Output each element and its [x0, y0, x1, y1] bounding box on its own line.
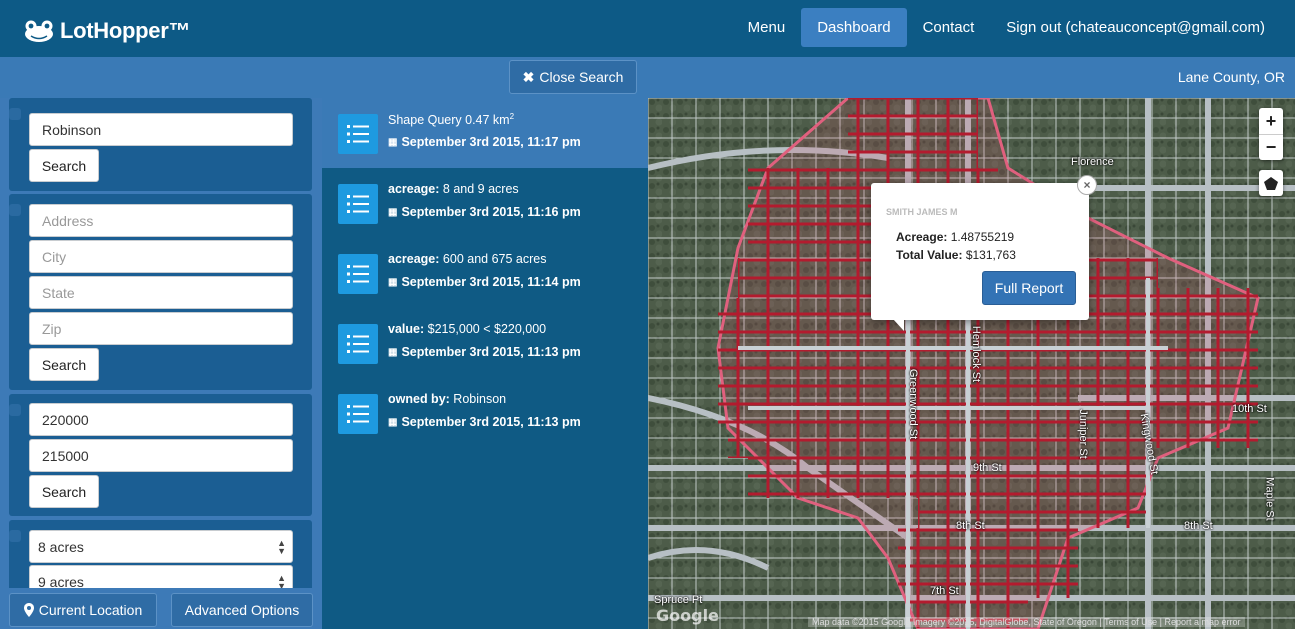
search-history-panel: Shape Query 0.47 km2 ▦ September 3rd 201… — [322, 98, 670, 629]
brand-name: LotHopper™ — [60, 18, 191, 43]
history-date: ▦ September 3rd 2015, 11:14 pm — [388, 275, 581, 289]
map-view[interactable]: Florence Hemlock St Greenwood St Juniper… — [648, 98, 1295, 629]
map-label-juniper: Juniper St — [1076, 409, 1089, 459]
value-search-button[interactable]: Search — [29, 475, 99, 508]
close-search-button[interactable]: ✖ Close Search — [509, 60, 637, 94]
map-label-greenwood: Greenwood St — [907, 368, 920, 440]
history-title: acreage: 8 and 9 acres — [388, 182, 519, 196]
history-item[interactable]: value: $215,000 < $220,000 ▦ September 3… — [322, 308, 648, 378]
map-label-7th: 7th St — [930, 585, 959, 597]
parcel-popup: × SMITH JAMES M Acreage: 1.48755219 Tota… — [871, 175, 1097, 331]
close-icon: ✖ — [522, 68, 535, 85]
map-label-spruce: Spruce Pt — [654, 594, 703, 606]
address-field[interactable]: Address — [29, 204, 293, 237]
top-navbar: LotHopper™ Menu Dashboard Contact Sign o… — [0, 0, 1295, 57]
acreage-from-value: 8 acres — [38, 539, 84, 555]
map-marker-icon — [23, 603, 34, 617]
close-search-label: Close Search — [539, 69, 624, 85]
history-item[interactable]: owned by: Robinson ▦ September 3rd 2015,… — [322, 378, 648, 448]
select-arrows-icon: ▲ ▼ — [277, 538, 286, 556]
advanced-options-button[interactable]: Advanced Options — [171, 593, 313, 627]
calendar-icon: ▦ — [388, 206, 398, 218]
zip-field[interactable]: Zip — [29, 312, 293, 345]
acreage-from-select[interactable]: 8 acres ▲ ▼ — [29, 530, 293, 563]
map-label-8th-a: 8th St — [956, 520, 985, 532]
popup-owner: SMITH JAMES M — [886, 207, 958, 217]
popup-acreage: Acreage: 1.48755219 — [896, 230, 1015, 244]
polygon-icon — [1264, 176, 1278, 190]
block-handle[interactable] — [9, 404, 21, 416]
frog-logo-icon — [25, 20, 53, 42]
calendar-icon: ▦ — [388, 346, 398, 358]
history-date: ▦ September 3rd 2015, 11:13 pm — [388, 345, 581, 359]
list-icon — [338, 254, 378, 294]
brand[interactable]: LotHopper™ — [22, 18, 191, 44]
history-title: owned by: Robinson — [388, 392, 507, 406]
address-search-block: Address City State Zip Search — [9, 194, 312, 390]
block-handle[interactable] — [9, 204, 21, 216]
address-search-button[interactable]: Search — [29, 348, 99, 381]
value-min-field[interactable]: 215000 — [29, 439, 293, 472]
nav-links: Menu Dashboard Contact Sign out (chateau… — [732, 8, 1281, 47]
history-item[interactable]: Shape Query 0.47 km2 ▦ September 3rd 201… — [322, 98, 670, 168]
city-field[interactable]: City — [29, 240, 293, 273]
map-attribution[interactable]: Map data ©2015 Google Imagery ©2015, Dig… — [808, 617, 1245, 627]
map-label-florence: Florence — [1071, 156, 1114, 168]
value-search-block: 220000 215000 Search — [9, 394, 312, 516]
popup-tip — [893, 319, 904, 331]
sub-toolbar: ✖ Close Search Lane County, OR — [0, 57, 1295, 98]
history-title: Shape Query 0.47 km2 — [388, 112, 515, 128]
full-report-button[interactable]: Full Report — [982, 271, 1076, 305]
owner-search-block: Robinson Search — [9, 98, 312, 191]
map-label-hemlock: Hemlock St — [970, 325, 983, 383]
block-handle[interactable] — [9, 108, 21, 120]
popup-total-value: Total Value: $131,763 — [896, 248, 1016, 262]
block-handle[interactable] — [9, 530, 21, 542]
search-panel: Robinson Search Address City State Zip S… — [0, 98, 322, 629]
history-date: ▦ September 3rd 2015, 11:17 pm — [388, 135, 581, 149]
nav-sign-out[interactable]: Sign out (chateauconcept@gmail.com) — [990, 8, 1281, 47]
draw-polygon-button[interactable] — [1259, 170, 1283, 196]
calendar-icon: ▦ — [388, 416, 398, 428]
history-date: ▦ September 3rd 2015, 11:16 pm — [388, 205, 581, 219]
list-icon — [338, 324, 378, 364]
history-date: ▦ September 3rd 2015, 11:13 pm — [388, 415, 581, 429]
map-label-8th-b: 8th St — [1184, 520, 1213, 532]
current-location-label: Current Location — [38, 602, 143, 618]
owner-search-button[interactable]: Search — [29, 149, 99, 182]
current-location-button[interactable]: Current Location — [9, 593, 157, 627]
google-logo: Google — [656, 606, 719, 625]
panel-footer: Current Location Advanced Options — [0, 588, 322, 629]
map-label-9th: 9th St — [973, 462, 1002, 474]
history-title: acreage: 600 and 675 acres — [388, 252, 547, 266]
calendar-icon: ▦ — [388, 136, 398, 148]
list-icon — [338, 184, 378, 224]
state-field[interactable]: State — [29, 276, 293, 309]
popup-close-button[interactable]: × — [1077, 175, 1097, 195]
list-icon — [338, 114, 378, 154]
history-title: value: $215,000 < $220,000 — [388, 322, 547, 336]
history-item[interactable]: acreage: 600 and 675 acres ▦ September 3… — [322, 238, 648, 308]
list-icon — [338, 394, 378, 434]
nav-dashboard[interactable]: Dashboard — [801, 8, 907, 47]
nav-menu[interactable]: Menu — [732, 8, 802, 47]
nav-contact[interactable]: Contact — [907, 8, 991, 47]
value-max-field[interactable]: 220000 — [29, 403, 293, 436]
map-label-maple: Maple St — [1263, 477, 1276, 521]
map-label-10th: 10th St — [1232, 403, 1267, 415]
zoom-in-button[interactable]: + — [1259, 108, 1283, 134]
history-item[interactable]: acreage: 8 and 9 acres ▦ September 3rd 2… — [322, 168, 648, 238]
county-label: Lane County, OR — [1177, 69, 1285, 85]
calendar-icon: ▦ — [388, 276, 398, 288]
zoom-out-button[interactable]: − — [1259, 134, 1283, 160]
owner-input[interactable]: Robinson — [29, 113, 293, 146]
zoom-control: + − — [1259, 108, 1283, 160]
